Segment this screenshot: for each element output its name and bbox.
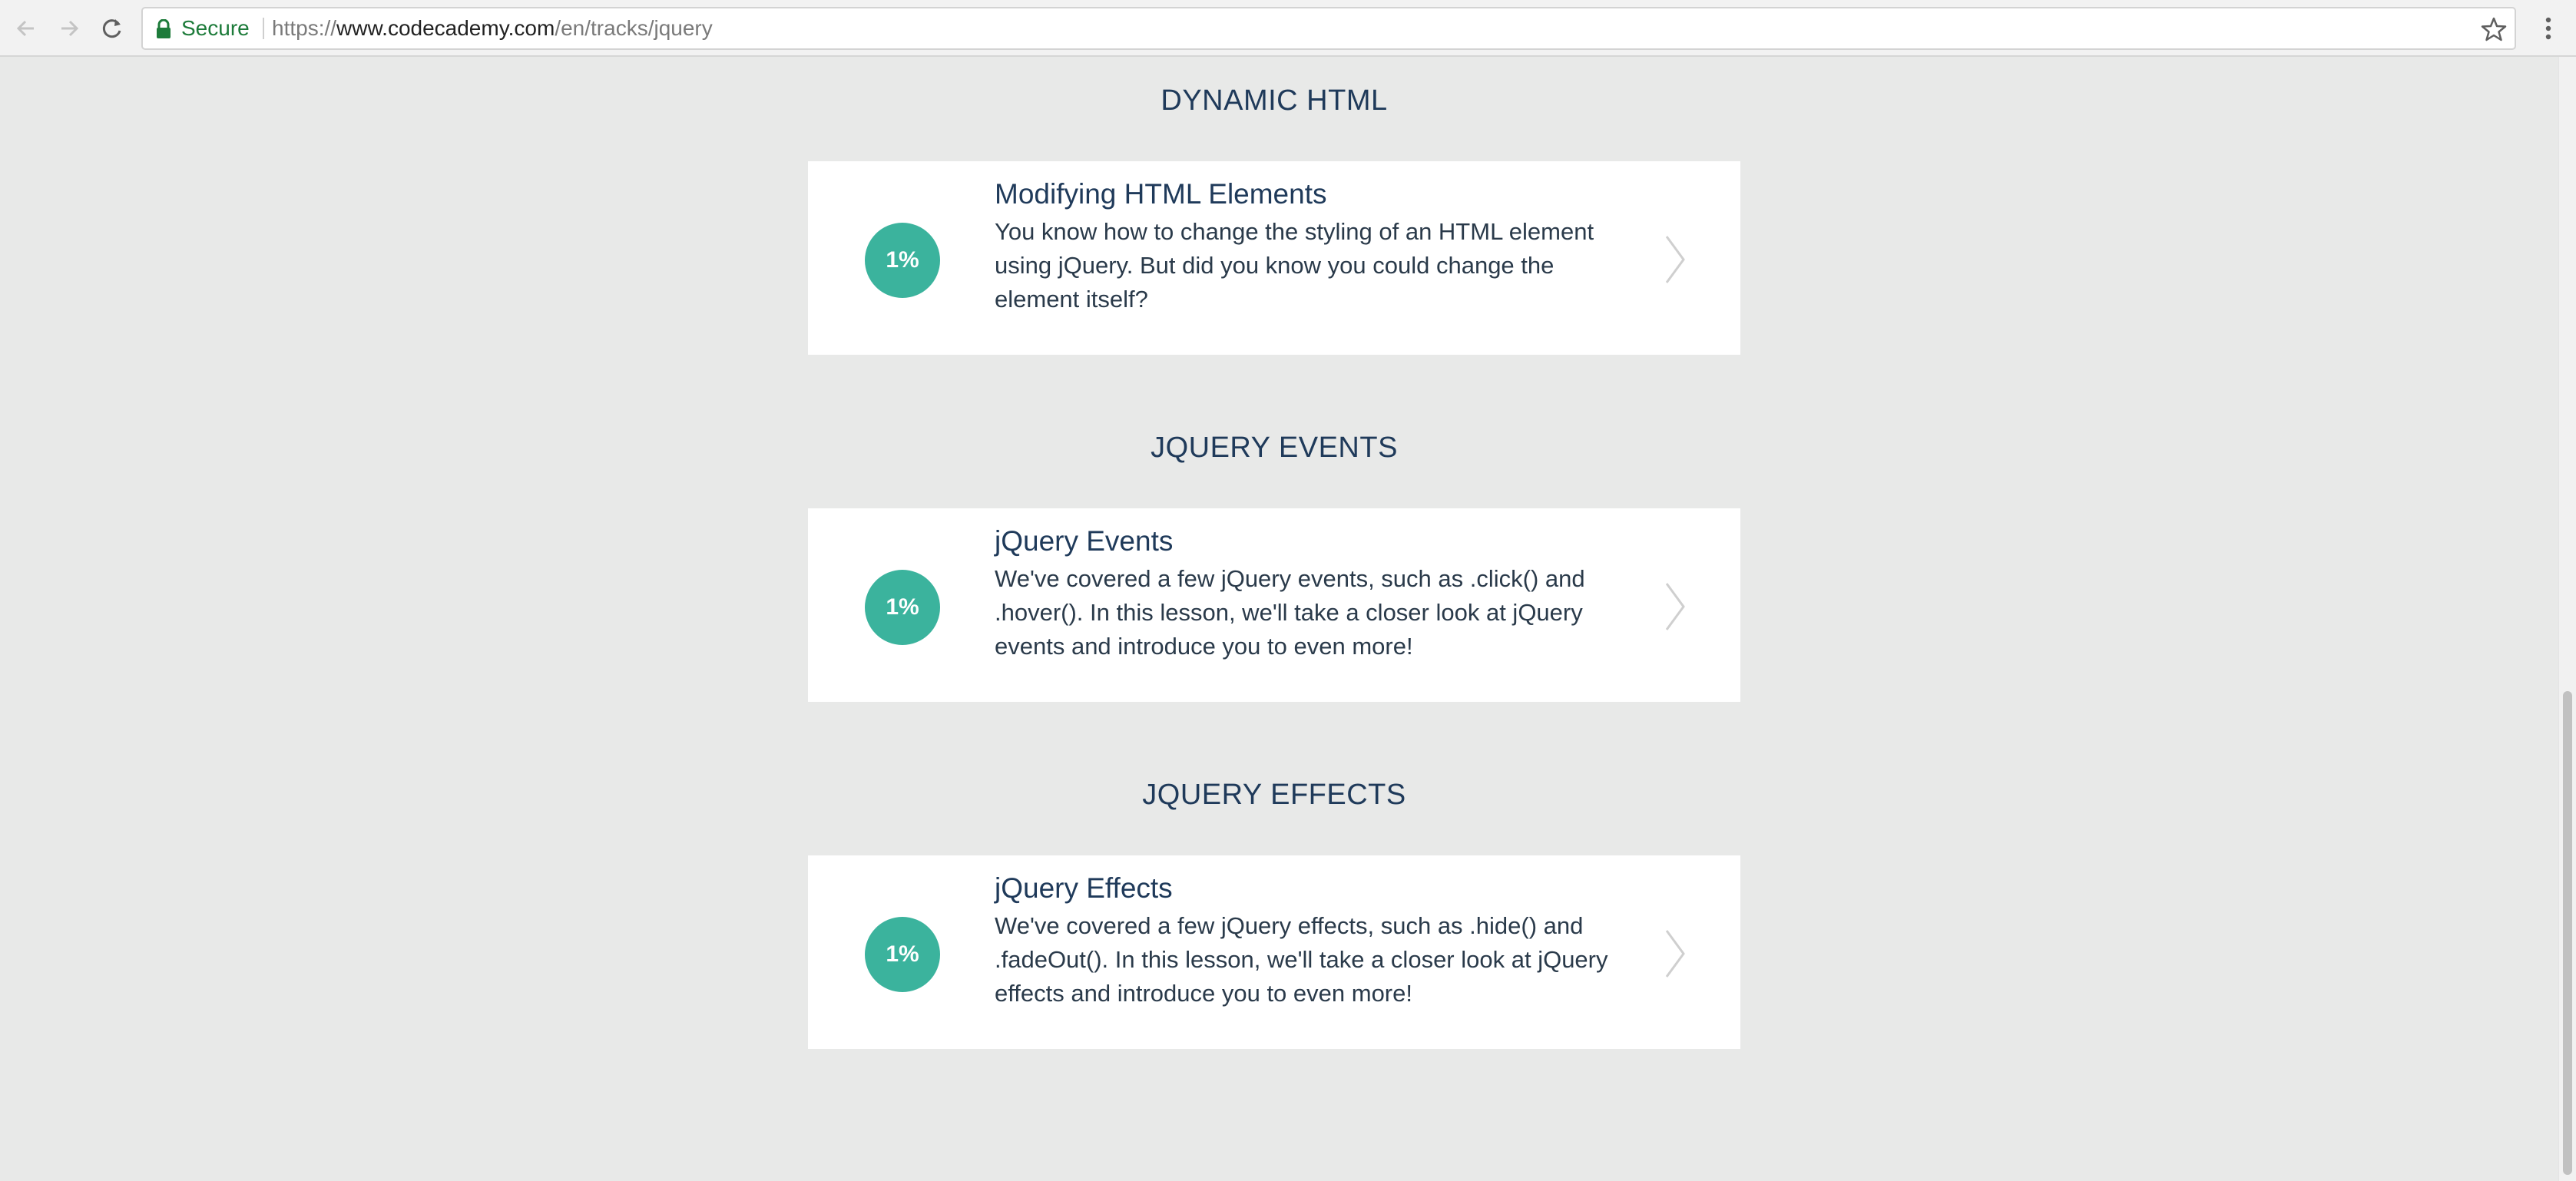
url-host: www.codecademy.com <box>336 16 555 40</box>
lesson-card-jquery-effects[interactable]: 1% jQuery Effects We've covered a few jQ… <box>808 855 1740 1049</box>
lesson-title: Modifying HTML Elements <box>995 178 1327 210</box>
lesson-description: You know how to change the styling of an… <box>995 218 1594 313</box>
lesson-title: jQuery Events <box>995 525 1174 557</box>
chevron-right-icon <box>1665 583 1685 630</box>
browser-toolbar: Secure https://www.codecademy.com/en/tra… <box>0 0 2576 57</box>
url-divider <box>263 18 264 39</box>
page-scrollbar[interactable] <box>2558 57 2576 1181</box>
chevron-right-icon <box>1665 930 1685 978</box>
progress-badge: 1% <box>865 917 940 992</box>
lesson-title: jQuery Effects <box>995 872 1173 904</box>
address-bar[interactable]: Secure https://www.codecademy.com/en/tra… <box>141 7 2516 50</box>
section-title-jquery-events: JQUERY EVENTS <box>1151 432 1398 464</box>
forward-button[interactable] <box>52 12 86 45</box>
url-text[interactable]: https://www.codecademy.com/en/tracks/jqu… <box>272 8 713 48</box>
lesson-card-modifying-html-elements[interactable]: 1% Modifying HTML Elements You know how … <box>808 161 1740 355</box>
reload-button[interactable] <box>95 12 129 45</box>
reload-icon <box>102 19 121 38</box>
arrow-right-icon <box>61 20 79 37</box>
browser-menu-button[interactable] <box>2533 12 2564 45</box>
url-scheme: https:// <box>272 16 337 40</box>
section-title-dynamic-html: DYNAMIC HTML <box>1161 84 1388 117</box>
kebab-menu-icon <box>2545 17 2551 40</box>
back-button[interactable] <box>9 12 43 45</box>
url-path: /en/tracks/jquery <box>555 16 713 40</box>
lesson-description: We've covered a few jQuery effects, such… <box>995 912 1608 1007</box>
lesson-description: We've covered a few jQuery events, such … <box>995 565 1585 660</box>
chevron-right-icon <box>1665 236 1685 283</box>
lesson-card-jquery-events[interactable]: 1% jQuery Events We've covered a few jQu… <box>808 508 1740 702</box>
progress-badge: 1% <box>865 223 940 298</box>
lock-icon <box>157 19 171 38</box>
arrow-left-icon <box>16 20 34 37</box>
secure-label: Secure <box>181 16 250 40</box>
progress-badge: 1% <box>865 570 940 645</box>
scrollbar-thumb[interactable] <box>2563 691 2572 1175</box>
star-icon[interactable] <box>2481 16 2507 42</box>
section-title-jquery-effects: JQUERY EFFECTS <box>1142 779 1406 811</box>
